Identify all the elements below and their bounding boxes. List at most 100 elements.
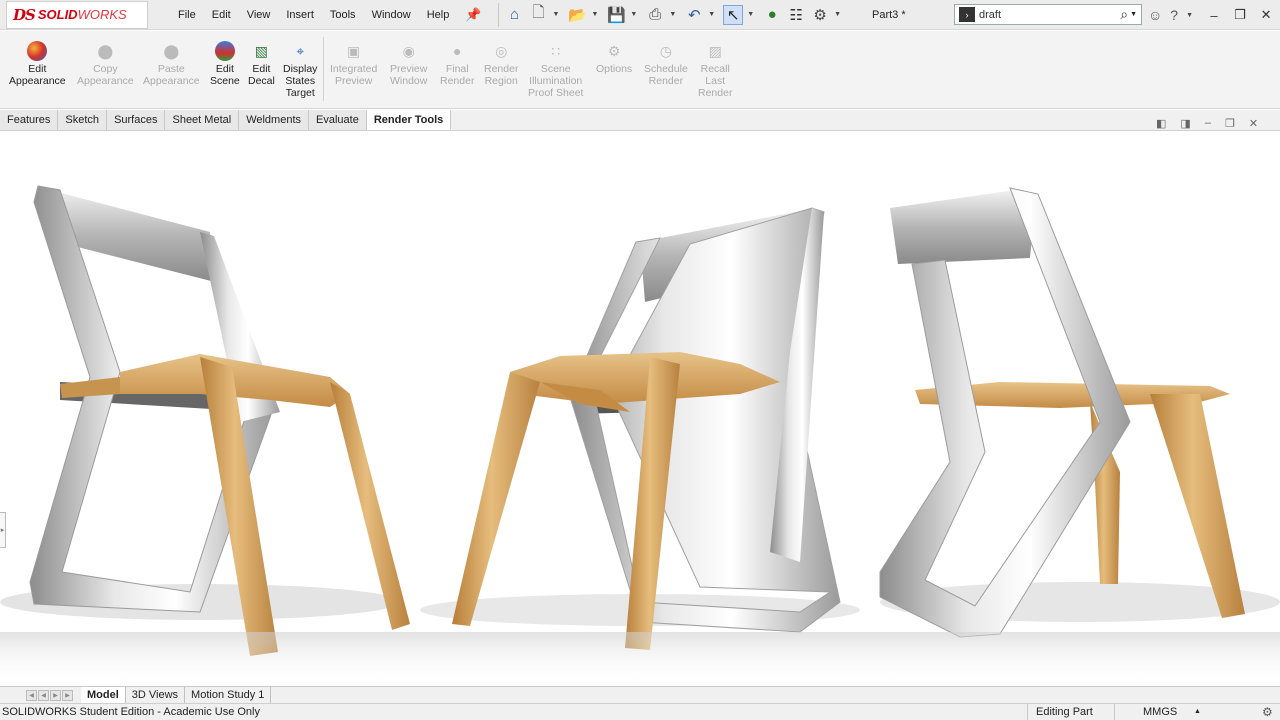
render-region-icon: ◎ [495,43,508,59]
menu-help[interactable]: Help [419,0,458,30]
tab-render-tools[interactable]: Render Tools [366,110,452,130]
logo-works: WORKS [77,7,127,22]
edit-decal-button[interactable]: ▧ Edit Decal [248,41,275,87]
edit-appearance-button[interactable]: Edit Appearance [9,41,66,87]
final-render-button[interactable]: ● Final Render [440,41,474,87]
button-label: Final Render [440,63,475,87]
tab-evaluate[interactable]: Evaluate [309,110,367,130]
chair-render [0,185,1280,686]
first-tab-icon[interactable]: ◀ [26,689,37,701]
tab-3d-views[interactable]: 3D Views [126,687,186,703]
new-document-icon[interactable]: 🗋 [529,4,549,25]
next-tab-icon[interactable]: ▶ [50,689,61,701]
menu-window[interactable]: Window [364,0,419,30]
prev-tab-icon[interactable]: ◀ [38,689,49,701]
search-box[interactable]: › ⌕ ▼ [954,4,1142,25]
help-icon[interactable]: ? [1170,7,1178,23]
open-folder-icon[interactable]: 📂 [567,5,587,25]
schedule-render-icon: ◷ [659,43,672,59]
tab-surfaces[interactable]: Surfaces [107,110,166,130]
model-tabs-bar: ◀ ◀ ▶ ▶ Model 3D Views Motion Study 1 [0,686,1280,703]
close-icon[interactable]: ✕ [1257,7,1275,23]
menu-edit[interactable]: Edit [204,0,239,30]
minimize-icon[interactable]: – [1205,8,1223,23]
tab-sheet-metal[interactable]: Sheet Metal [165,110,240,130]
tab-weldments[interactable]: Weldments [239,110,310,130]
options-button[interactable]: ⚙ Options [596,41,632,75]
button-label: Edit Scene [210,63,240,87]
minimize-icon[interactable]: – [1205,117,1211,130]
panel-right-icon[interactable]: ◨ [1180,117,1190,130]
schedule-render-button[interactable]: ◷ Schedule Render [644,41,688,87]
chevron-down-icon[interactable]: ▼ [553,11,560,18]
chevron-down-icon[interactable]: ▼ [1130,11,1137,18]
integrated-preview-button[interactable]: ▣ Integrated Preview [330,41,377,87]
editing-mode-label: Editing Part [1027,704,1107,720]
display-states-target-button[interactable]: ⌖ Display States Target [283,41,317,99]
button-label: Options [596,63,633,75]
edit-scene-button[interactable]: Edit Scene [210,41,240,87]
toolbar-separator [497,2,499,27]
button-label: Edit Appearance [9,63,66,87]
final-render-icon: ● [452,43,462,59]
paste-appearance-button[interactable]: ⬤ Paste Appearance [143,41,200,87]
rebuild-traffic-light-icon[interactable]: ● [762,5,782,25]
scene-illumination-proof-sheet-button[interactable]: ∷ Scene Illumination Proof Sheet [528,41,583,99]
solidworks-logo[interactable]: DS SOLIDWORKS [6,0,148,29]
print-icon[interactable]: ⎙ [645,5,665,25]
button-label: Edit Decal [248,63,275,87]
target-icon: ⌖ [296,43,305,59]
user-icon[interactable]: ☺ [1148,7,1162,23]
search-input[interactable] [979,8,1099,21]
recall-last-render-button[interactable]: ▨ Recall Last Render [698,41,732,99]
menu-file[interactable]: File [170,0,204,30]
title-bar: DS SOLIDWORKS File Edit View Insert Tool… [0,0,1280,30]
tab-sketch[interactable]: Sketch [58,110,108,130]
restore-icon[interactable]: ❐ [1231,7,1249,23]
units-selector[interactable]: MMGS [1114,704,1254,720]
chevron-down-icon[interactable]: ▼ [708,11,715,18]
solidworks-window: DS SOLIDWORKS File Edit View Insert Tool… [0,0,1280,720]
button-label: Copy Appearance [77,63,134,87]
last-tab-icon[interactable]: ▶ [62,689,73,701]
chevron-down-icon[interactable]: ▼ [1186,12,1193,19]
proof-sheet-icon: ∷ [551,43,561,59]
logo-solid: SOLID [37,7,78,22]
button-label: Display States Target [283,63,318,99]
tab-motion-study-1[interactable]: Motion Study 1 [185,687,272,703]
feature-tree-expand-handle[interactable]: ▸ [0,512,6,548]
tab-model[interactable]: Model [81,687,126,703]
copy-appearance-button[interactable]: ⬤ Copy Appearance [77,41,134,87]
chevron-down-icon[interactable]: ▼ [834,11,841,18]
menu-tools[interactable]: Tools [322,0,364,30]
close-icon[interactable]: ✕ [1249,117,1258,130]
restore-icon[interactable]: ❐ [1225,117,1235,130]
tab-features[interactable]: Features [0,110,59,130]
render-region-button[interactable]: ◎ Render Region [484,41,518,87]
chevron-down-icon[interactable]: ▼ [669,11,676,18]
undo-icon[interactable]: ↶ [684,5,704,25]
chevron-down-icon[interactable]: ▼ [747,11,754,18]
preview-window-icon: ◉ [402,43,415,59]
pin-icon[interactable]: 📌 [465,7,481,23]
menu-view[interactable]: View [239,0,279,30]
chevron-down-icon[interactable]: ▼ [630,11,637,18]
select-cursor-icon[interactable]: ↖ [723,4,744,25]
chevron-down-icon[interactable]: ▼ [591,11,598,18]
search-icon[interactable]: ⌕ [1120,6,1128,23]
file-properties-icon[interactable]: ☷ [786,5,806,25]
home-icon[interactable]: ⌂ [505,5,525,25]
command-search-icon[interactable]: › [959,7,975,22]
graphics-area[interactable]: ▸ [0,132,1280,686]
edition-label: SOLIDWORKS Student Edition - Academic Us… [2,706,260,718]
chevron-up-icon[interactable]: ▲ [1194,704,1201,720]
preview-window-button[interactable]: ◉ Preview Window [390,41,427,87]
panel-left-icon[interactable]: ◧ [1156,117,1166,130]
save-icon[interactable]: 💾 [606,5,626,25]
button-label: Integrated Preview [330,63,378,87]
gear-icon[interactable]: ⚙ [810,5,830,25]
chair-back-rest [890,190,1035,264]
menu-insert[interactable]: Insert [278,0,322,30]
customize-status-icon[interactable]: ⚙ [1262,704,1273,720]
integrated-preview-icon: ▣ [347,43,361,59]
